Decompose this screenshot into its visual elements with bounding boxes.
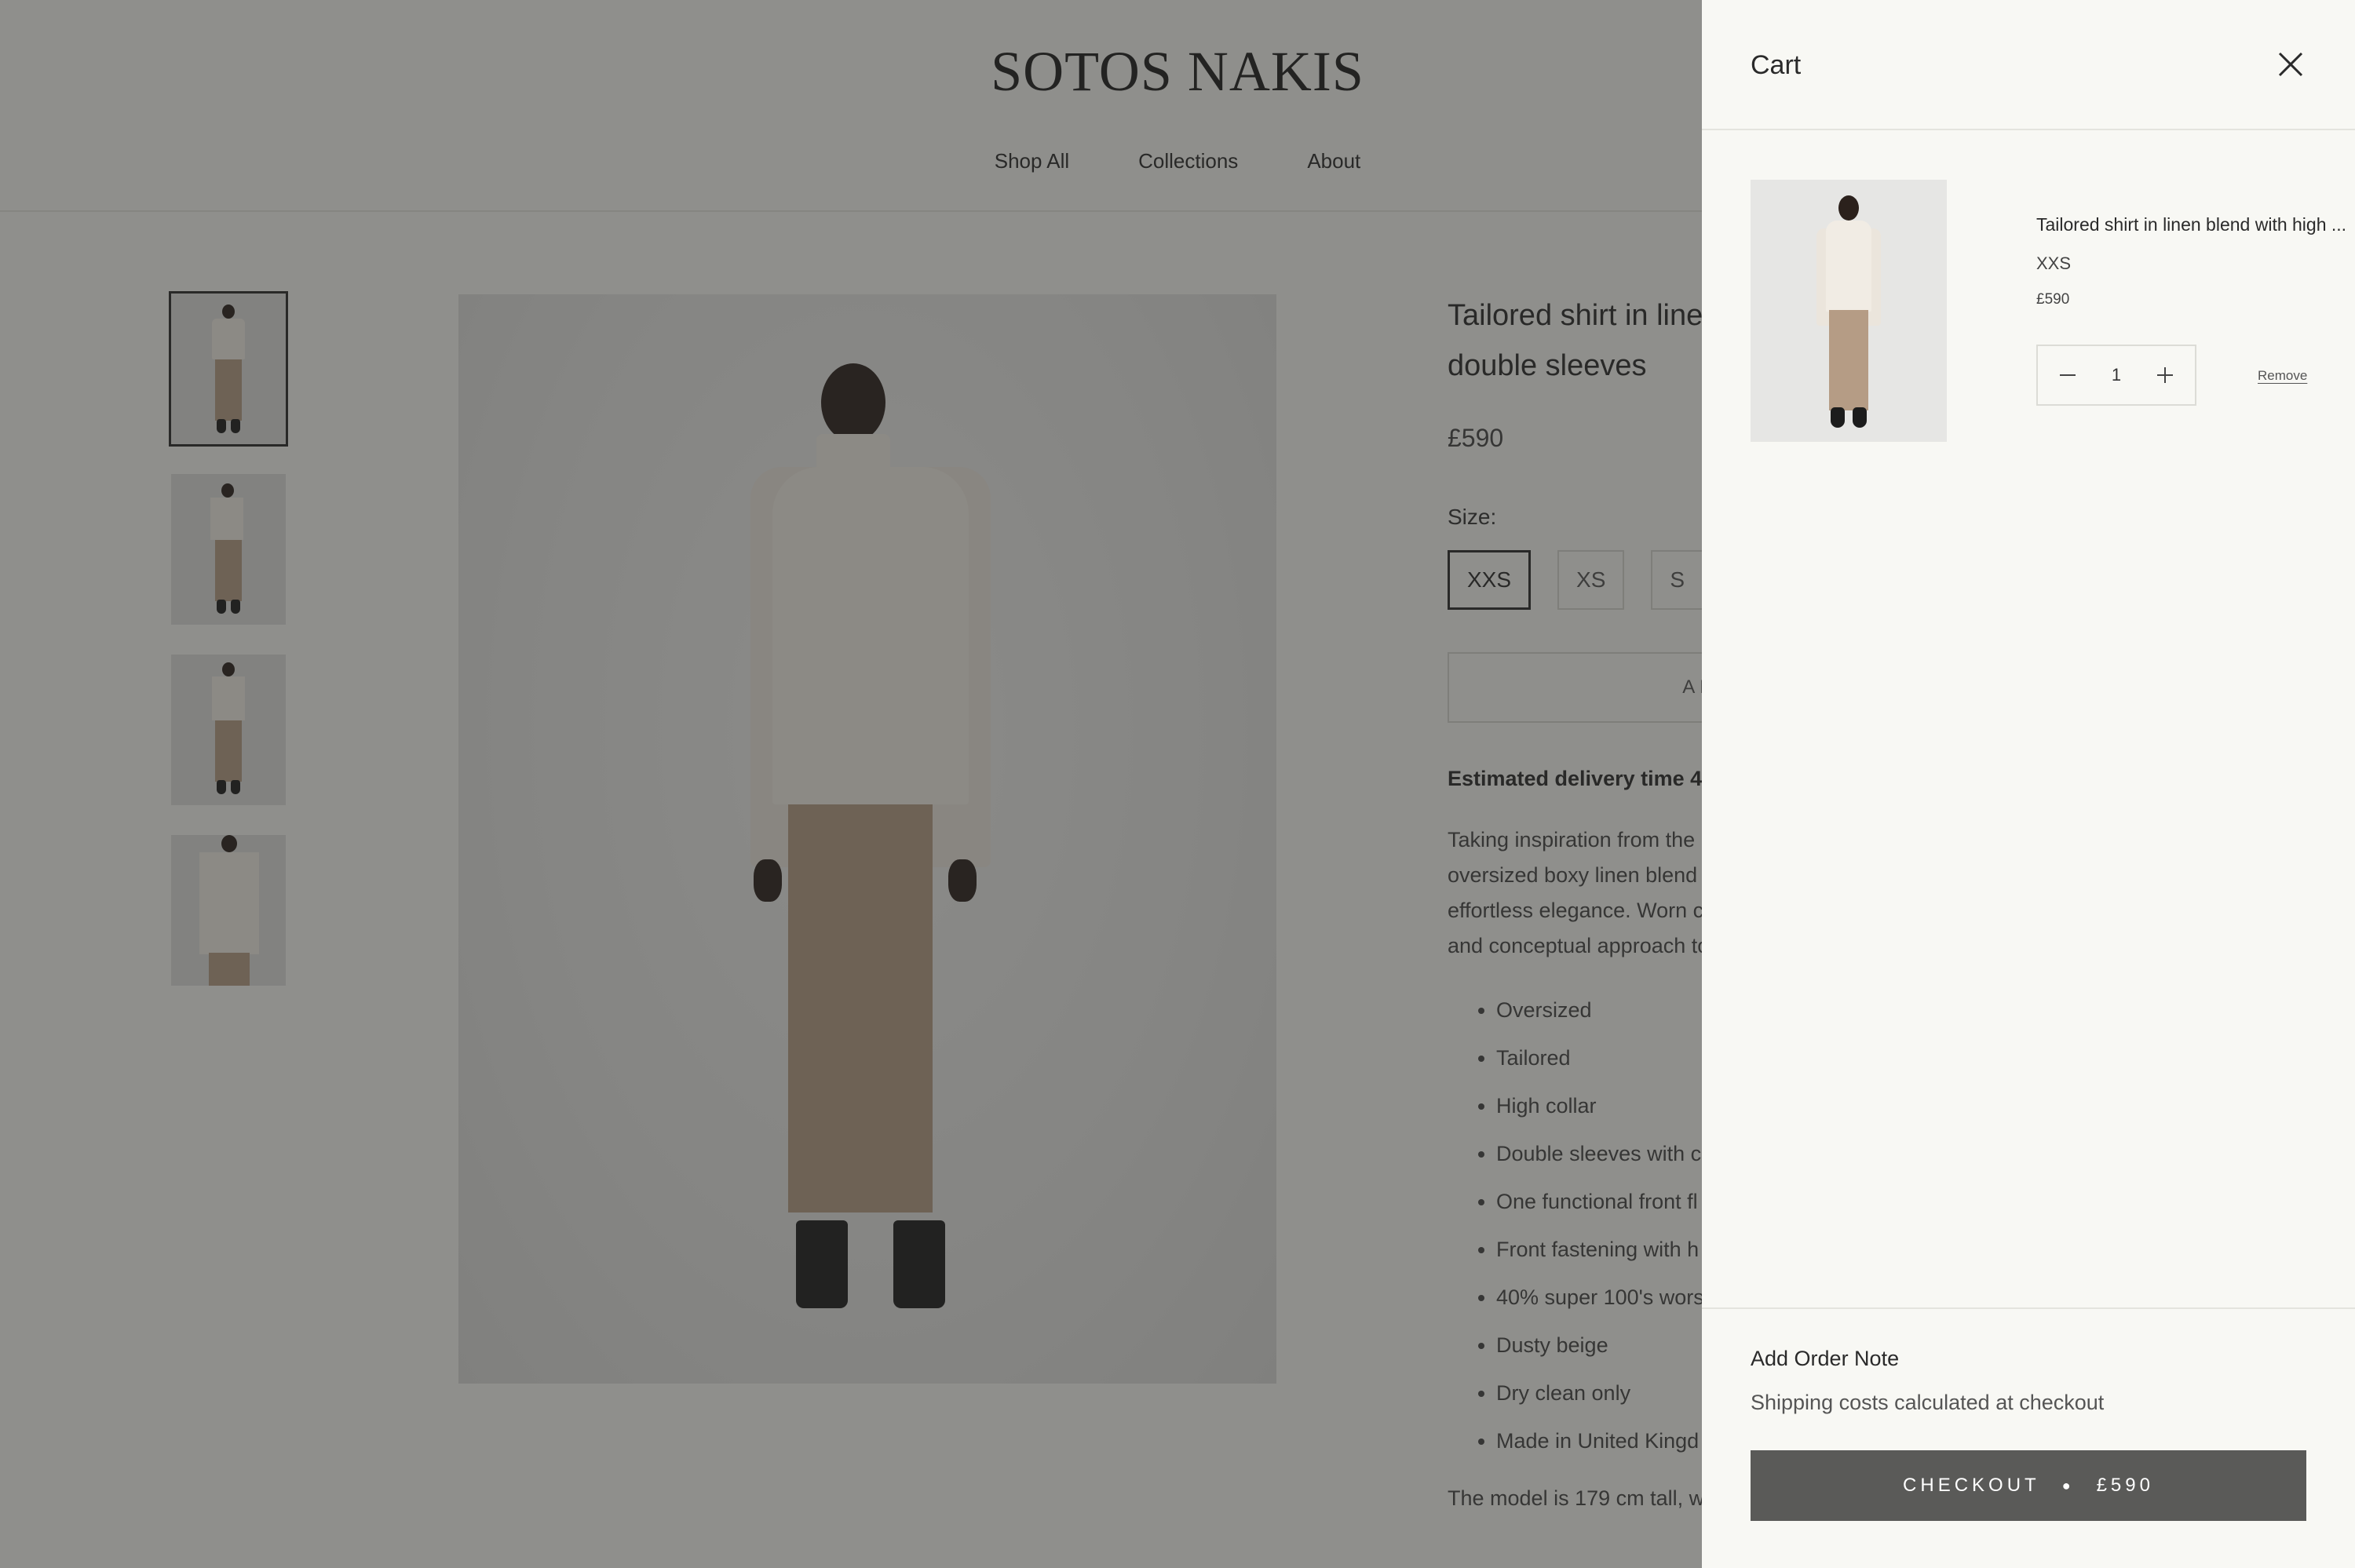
add-order-note-link[interactable]: Add Order Note [1751, 1347, 1899, 1371]
page-overlay[interactable] [0, 0, 1702, 1568]
remove-item-link[interactable]: Remove [2258, 368, 2307, 384]
cart-item-size: XXS [2036, 253, 2072, 273]
shipping-note: Shipping costs calculated at checkout [1751, 1391, 2105, 1414]
cart-title: Cart [1751, 50, 1802, 80]
cart-drawer: Cart Tailored shirt in linen blend with … [1702, 0, 2355, 1568]
checkout-total: £590 [2096, 1475, 2154, 1496]
checkout-button[interactable]: CHECKOUT ● £590 [1751, 1450, 2306, 1521]
cart-item-price: £590 [2036, 291, 2070, 308]
quantity-value[interactable]: 1 [2112, 365, 2121, 385]
minus-icon [2060, 374, 2076, 376]
separator-dot: ● [2061, 1477, 2075, 1493]
close-icon [2278, 52, 2303, 77]
quantity-stepper: 1 [2036, 345, 2196, 406]
plus-icon [2157, 367, 2173, 383]
cart-footer: Add Order Note Shipping costs calculated… [1702, 1307, 2355, 1568]
cart-item-name[interactable]: Tailored shirt in linen blend with high … [2036, 214, 2346, 235]
cart-item-image[interactable] [1751, 180, 1947, 442]
increase-quantity-button[interactable] [2154, 364, 2176, 386]
cart-line-item: Tailored shirt in linen blend with high … [1751, 180, 2346, 442]
close-cart-button[interactable] [2275, 49, 2306, 80]
cart-header: Cart [1702, 0, 2355, 130]
checkout-label: CHECKOUT [1903, 1475, 2040, 1496]
decrease-quantity-button[interactable] [2057, 364, 2079, 386]
